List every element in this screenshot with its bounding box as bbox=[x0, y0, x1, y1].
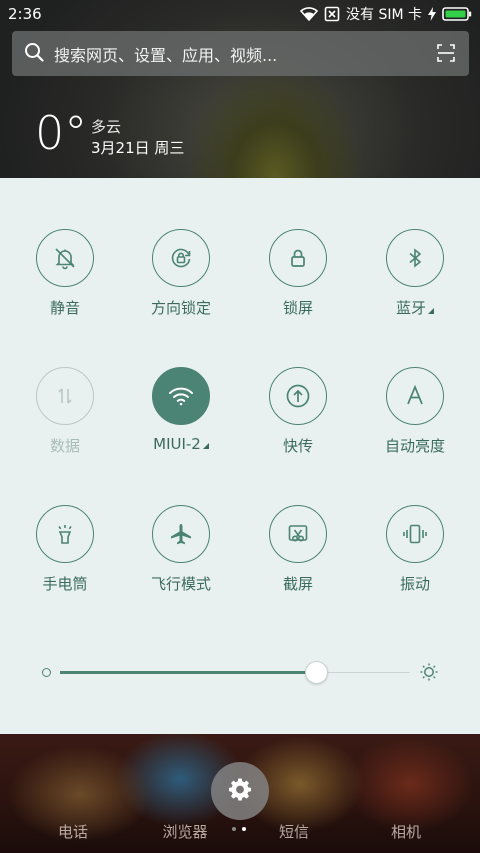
flashlight-icon bbox=[36, 505, 94, 563]
toggle-label: 蓝牙 bbox=[395, 299, 426, 317]
brightness-slider[interactable] bbox=[0, 660, 480, 690]
toggle-label: 静音 bbox=[49, 299, 80, 317]
toggle-mute[interactable]: 静音 bbox=[10, 229, 120, 318]
status-icons: 没有 SIM 卡 bbox=[300, 4, 472, 24]
dock-app-phone[interactable]: 电话 bbox=[33, 821, 113, 842]
data-arrows-icon bbox=[36, 367, 94, 425]
gear-icon bbox=[228, 777, 252, 805]
toggle-auto-brightness[interactable]: 自动亮度 bbox=[360, 367, 470, 456]
toggle-screenshot[interactable]: 截屏 bbox=[243, 505, 353, 594]
rotation-lock-icon bbox=[152, 229, 210, 287]
dock-app-browser[interactable]: 浏览器 bbox=[145, 821, 225, 842]
lock-icon bbox=[269, 229, 327, 287]
toggle-data[interactable]: 数据 bbox=[10, 367, 120, 456]
dock-app-camera[interactable]: 相机 bbox=[366, 821, 446, 842]
toggle-label: 锁屏 bbox=[282, 299, 313, 317]
weather-temperature[interactable]: 0° bbox=[35, 108, 87, 158]
weather-date: 3月21日 周三 bbox=[91, 139, 185, 157]
toggle-wifi[interactable]: MIUI-2 bbox=[126, 367, 236, 453]
wifi-icon bbox=[300, 7, 318, 21]
transfer-icon bbox=[269, 367, 327, 425]
carrier-text: 没有 SIM 卡 bbox=[346, 7, 422, 23]
brightness-high-icon bbox=[419, 662, 439, 686]
scan-icon[interactable] bbox=[437, 44, 455, 66]
wifi-icon bbox=[152, 367, 210, 425]
toggle-rotation-lock[interactable]: 方向锁定 bbox=[126, 229, 236, 318]
dock-app-messages[interactable]: 短信 bbox=[254, 821, 334, 842]
more-indicator-icon bbox=[202, 443, 209, 449]
toggle-label: 数据 bbox=[49, 437, 80, 455]
search-icon bbox=[24, 42, 44, 66]
toggle-vibrate[interactable]: 振动 bbox=[360, 505, 470, 594]
charging-icon bbox=[428, 7, 436, 21]
toggle-transfer[interactable]: 快传 bbox=[243, 367, 353, 456]
toggle-label-row: MIUI-2 bbox=[126, 435, 236, 453]
toggle-label: MIUI-2 bbox=[153, 435, 201, 453]
brightness-thumb[interactable] bbox=[305, 661, 328, 684]
search-placeholder: 搜索网页、设置、应用、视频... bbox=[54, 45, 278, 65]
page-dot-active bbox=[242, 827, 246, 831]
toggle-lock-screen[interactable]: 锁屏 bbox=[243, 229, 353, 318]
page-indicator bbox=[232, 827, 246, 831]
auto-brightness-icon bbox=[386, 367, 444, 425]
battery-icon bbox=[442, 7, 472, 21]
brightness-low-icon bbox=[42, 668, 51, 677]
toggle-airplane[interactable]: 飞行模式 bbox=[126, 505, 236, 594]
toggle-label: 自动亮度 bbox=[384, 437, 445, 455]
status-time: 2:36 bbox=[8, 5, 42, 23]
weather-condition: 多云 bbox=[91, 118, 122, 136]
toggle-label: 手电筒 bbox=[42, 575, 88, 593]
airplane-icon bbox=[152, 505, 210, 563]
sim-disabled-icon bbox=[324, 6, 340, 22]
toggle-label: 快传 bbox=[282, 437, 313, 455]
quick-settings-panel: 静音 方向锁定 锁屏 蓝牙 数据 MIUI-2 快传 自动亮度 手电筒 飞行模式… bbox=[0, 178, 480, 734]
toggle-label: 方向锁定 bbox=[150, 299, 211, 317]
brightness-track[interactable] bbox=[60, 661, 410, 684]
toggle-label-row: 蓝牙 bbox=[360, 297, 470, 318]
status-bar: 2:36 没有 SIM 卡 bbox=[0, 0, 480, 28]
toggle-label: 飞行模式 bbox=[150, 575, 211, 593]
more-indicator-icon bbox=[428, 308, 434, 314]
toggle-label: 振动 bbox=[399, 575, 430, 593]
vibrate-icon bbox=[386, 505, 444, 563]
settings-button[interactable] bbox=[211, 762, 269, 820]
screenshot-icon bbox=[269, 505, 327, 563]
mute-bell-icon bbox=[36, 229, 94, 287]
toggle-flashlight[interactable]: 手电筒 bbox=[10, 505, 120, 594]
bluetooth-icon bbox=[386, 229, 444, 287]
page-dot bbox=[232, 827, 236, 831]
toggle-label: 截屏 bbox=[282, 575, 313, 593]
search-bar[interactable]: 搜索网页、设置、应用、视频... bbox=[12, 31, 469, 76]
toggle-bluetooth[interactable]: 蓝牙 bbox=[360, 229, 470, 318]
brightness-fill bbox=[60, 671, 316, 674]
